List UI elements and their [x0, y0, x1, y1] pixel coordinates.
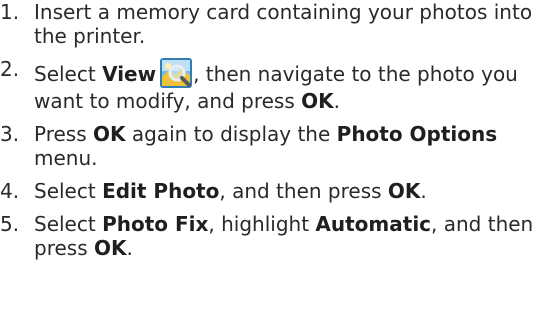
- edit-photo-label: Edit Photo: [102, 179, 220, 203]
- step-text: Select: [34, 62, 103, 86]
- automatic-label: Automatic: [315, 212, 432, 236]
- ok-label: OK: [301, 89, 334, 113]
- step-text: .: [420, 179, 427, 203]
- step-5: 5. Select Photo Fix, highlight Automatic…: [0, 212, 536, 260]
- step-3: 3. Press OK again to display the Photo O…: [0, 122, 536, 170]
- step-text: Press: [34, 122, 93, 146]
- step-text: .: [333, 89, 340, 113]
- page: { "steps": [ { "number": "1.", "parts": …: [0, 0, 536, 310]
- photo-fix-label: Photo Fix: [102, 212, 209, 236]
- step-text: , highlight: [208, 212, 316, 236]
- step-number: 2.: [0, 57, 20, 81]
- ok-label: OK: [93, 236, 127, 260]
- step-number: 3.: [0, 122, 20, 146]
- view-label: View: [102, 62, 157, 86]
- step-number: 4.: [0, 179, 20, 203]
- step-text: Select: [34, 179, 103, 203]
- instruction-steps: 1. Insert a memory card containing your …: [0, 0, 536, 269]
- view-photos-icon: [159, 57, 193, 89]
- step-1: 1. Insert a memory card containing your …: [0, 0, 536, 48]
- step-4: 4. Select Edit Photo, and then press OK.: [0, 179, 536, 203]
- ok-label: OK: [387, 179, 421, 203]
- step-text: .: [126, 236, 133, 260]
- step-number: 5.: [0, 212, 20, 236]
- ok-label: OK: [93, 122, 126, 146]
- step-2: 2. Select View , then navigate to the ph…: [0, 57, 536, 113]
- step-text: again to display the: [125, 122, 337, 146]
- photo-options-label: Photo Options: [336, 122, 498, 146]
- step-text: , and then press: [219, 179, 388, 203]
- step-text: menu.: [34, 146, 98, 170]
- step-text: Insert a memory card containing your pho…: [34, 0, 533, 48]
- step-text: Select: [34, 212, 103, 236]
- step-number: 1.: [0, 0, 20, 24]
